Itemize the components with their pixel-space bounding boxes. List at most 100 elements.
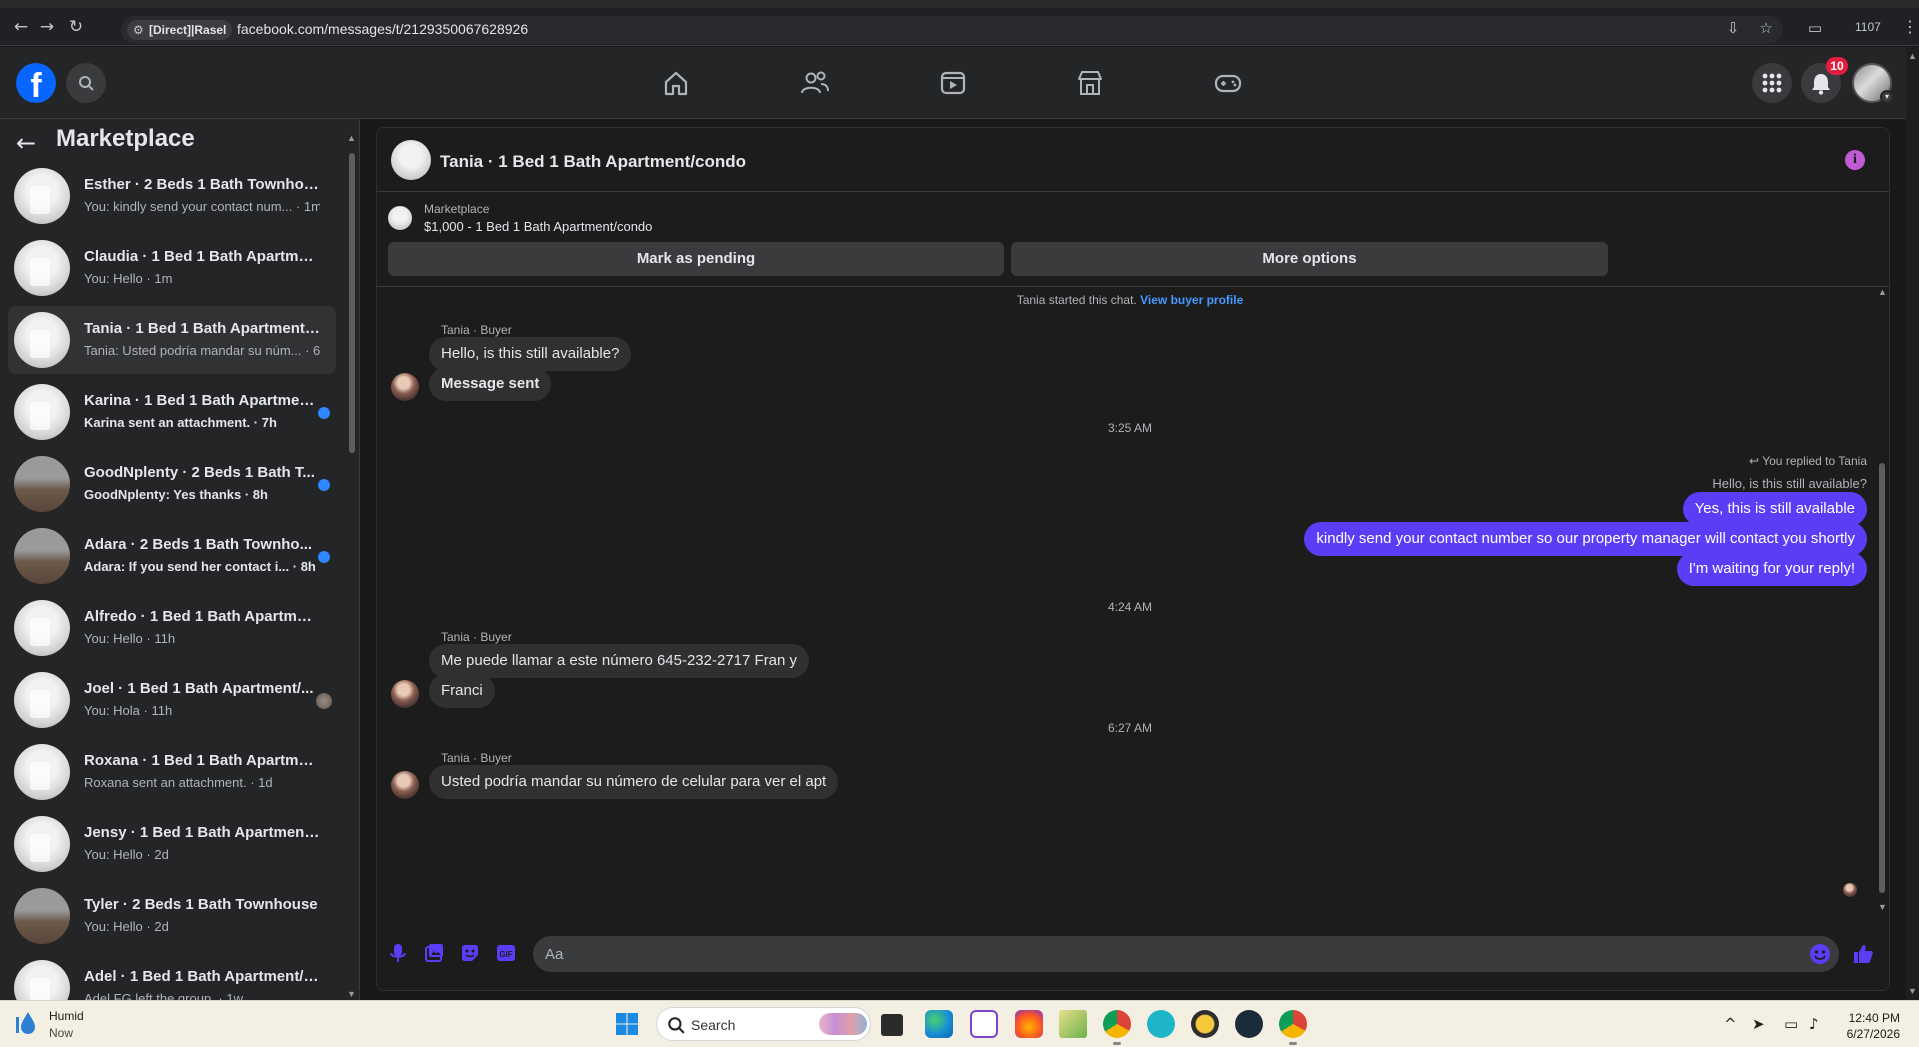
thumbs-up-icon[interactable] (1851, 942, 1875, 966)
incoming-message[interactable]: Me puede llamar a este número 645-232-27… (429, 644, 810, 678)
back-arrow-icon[interactable]: ← (11, 17, 31, 37)
tab-search-icon[interactable]: ▭ (1806, 19, 1824, 37)
friends-icon[interactable] (799, 67, 831, 99)
chrome-profile-icon[interactable] (1279, 1010, 1307, 1045)
sender-label: Tania · Buyer (441, 323, 512, 337)
address-bar[interactable]: ⚙ [Direct]|Rasel facebook.com/messages/t… (121, 16, 1783, 44)
vpn-app-icon[interactable] (1191, 1010, 1219, 1038)
chat-panel: Tania · 1 Bed 1 Bath Apartment/condo i M… (376, 127, 1890, 991)
windows-start-icon[interactable] (615, 1012, 639, 1036)
chrome-icon[interactable] (1103, 1010, 1131, 1045)
message-input[interactable] (545, 936, 1795, 972)
search-button[interactable] (66, 63, 106, 103)
incoming-message[interactable]: Message sent (429, 367, 552, 401)
install-app-icon[interactable]: ⇩ (1724, 19, 1742, 37)
gif-icon[interactable]: GIF (495, 942, 517, 964)
browser-menu-icon[interactable]: ⋮ (1902, 17, 1918, 36)
volume-icon[interactable]: ♪ (1809, 1015, 1819, 1033)
page-scrollbar[interactable]: ▲ ▼ (1906, 47, 1919, 1000)
scrollbar-thumb[interactable] (349, 153, 355, 453)
conversation-sidebar: ← Marketplace Esther · 2 Beds 1 Bath Tow… (0, 119, 360, 1000)
conversation-item[interactable]: GoodNplenty · 2 Beds 1 Bath T... GoodNpl… (8, 450, 336, 518)
emoji-icon[interactable] (1809, 943, 1831, 965)
home-icon[interactable] (660, 67, 692, 99)
conversation-item[interactable]: Esther · 2 Beds 1 Bath Townhouse You: ki… (8, 162, 336, 230)
sidebar-title: Marketplace (56, 125, 195, 152)
sticker-icon[interactable] (459, 942, 481, 964)
listing-thumbnail (14, 240, 70, 296)
spreadsheet-app-icon[interactable] (1059, 1010, 1087, 1038)
listing-banner[interactable]: Marketplace $1,000 - 1 Bed 1 Bath Apartm… (377, 192, 1889, 240)
replied-label: ↩ You replied to Tania (1749, 454, 1867, 468)
mark-as-pending-button[interactable]: Mark as pending (388, 242, 1004, 276)
scroll-down-arrow-icon[interactable]: ▼ (1878, 902, 1887, 912)
account-avatar[interactable]: ▾ (1852, 63, 1894, 104)
location-icon[interactable]: ➤ (1752, 1015, 1765, 1033)
conversation-item[interactable]: Adel · 1 Bed 1 Bath Apartment/c... Adel … (8, 954, 336, 1000)
listing-thumbnail (14, 312, 70, 368)
profile-label[interactable]: 1107 (1855, 20, 1881, 34)
sender-avatar[interactable] (391, 373, 419, 401)
task-view-icon[interactable] (881, 1014, 903, 1036)
incoming-message[interactable]: Hello, is this still available? (429, 337, 632, 371)
conversation-item[interactable]: Adara · 2 Beds 1 Bath Townho... Adara: I… (8, 522, 336, 590)
message-input-box[interactable] (533, 936, 1839, 972)
conversation-item[interactable]: Karina · 1 Bed 1 Bath Apartmen... Karina… (8, 378, 336, 446)
info-icon[interactable]: i (1845, 150, 1865, 170)
marketplace-icon[interactable] (1074, 67, 1106, 99)
sidebar-scrollbar[interactable]: ▲ ▼ (347, 133, 356, 999)
microphone-icon[interactable] (387, 942, 409, 964)
chat-title[interactable]: Tania · 1 Bed 1 Bath Apartment/condo (440, 152, 746, 172)
sender-avatar[interactable] (391, 680, 419, 708)
scroll-up-arrow-icon[interactable]: ▲ (1878, 287, 1887, 297)
messaging-app-icon[interactable] (1147, 1010, 1175, 1038)
search-icon (668, 1017, 685, 1034)
conversation-item-active[interactable]: Tania · 1 Bed 1 Bath Apartment/c... Tani… (8, 306, 336, 374)
chat-scrollbar[interactable]: ▲ ▼ (1877, 287, 1887, 912)
taskbar-search[interactable]: Search (656, 1007, 871, 1041)
conversation-item[interactable]: Tyler · 2 Beds 1 Bath Townhouse You: Hel… (8, 882, 336, 950)
firefox-icon[interactable] (1015, 1010, 1043, 1038)
snipping-tool-icon[interactable] (970, 1010, 998, 1038)
site-info-chip[interactable]: ⚙ [Direct]|Rasel (127, 20, 233, 40)
scrollbar-thumb[interactable] (1879, 463, 1885, 893)
reload-icon[interactable]: ↻ (66, 17, 86, 37)
back-arrow-icon[interactable]: ← (16, 129, 36, 157)
conversation-name: Jensy · 1 Bed 1 Bath Apartment/... (84, 824, 320, 841)
menu-button[interactable] (1752, 63, 1792, 103)
gaming-icon[interactable] (1212, 67, 1244, 99)
conversation-item[interactable]: Roxana · 1 Bed 1 Bath Apartment... Roxan… (8, 738, 336, 806)
scroll-up-arrow-icon[interactable]: ▲ (1908, 51, 1917, 61)
outgoing-message[interactable]: kindly send your contact number so our p… (1304, 522, 1867, 556)
seen-avatar (316, 693, 332, 709)
conversation-item[interactable]: Jensy · 1 Bed 1 Bath Apartment/... You: … (8, 810, 336, 878)
forward-arrow-icon[interactable]: → (37, 17, 57, 37)
scroll-down-arrow-icon[interactable]: ▼ (1908, 986, 1917, 996)
conversation-item[interactable]: Alfredo · 1 Bed 1 Bath Apartmen... You: … (8, 594, 336, 662)
video-icon[interactable] (937, 67, 969, 99)
more-options-button[interactable]: More options (1011, 242, 1608, 276)
network-icon[interactable]: ▭ (1784, 1015, 1798, 1033)
view-buyer-profile-link[interactable]: View buyer profile (1140, 293, 1243, 307)
incoming-message[interactable]: Franci (429, 674, 495, 708)
show-hidden-icons-icon[interactable]: ^ (1724, 1015, 1737, 1033)
outgoing-message[interactable]: I'm waiting for your reply! (1676, 552, 1867, 586)
conversation-item[interactable]: Claudia · 1 Bed 1 Bath Apartmen... You: … (8, 234, 336, 302)
edge-browser-icon[interactable] (925, 1010, 953, 1038)
facebook-top-bar: f 10 ▾ (0, 47, 1919, 119)
system-clock[interactable]: 12:40 PM 6/27/2026 (1840, 1010, 1900, 1042)
conversation-item[interactable]: Joel · 1 Bed 1 Bath Apartment/... You: H… (8, 666, 336, 734)
scroll-down-arrow-icon[interactable]: ▼ (347, 989, 356, 999)
profile-browser-icon[interactable] (1235, 1010, 1263, 1038)
chat-avatar[interactable] (391, 140, 431, 180)
weather-subtitle: Now (49, 1026, 74, 1040)
sender-avatar[interactable] (391, 771, 419, 799)
facebook-logo-icon[interactable]: f (16, 63, 56, 103)
incoming-message[interactable]: Usted podría mandar su número de celular… (429, 765, 839, 799)
scroll-up-arrow-icon[interactable]: ▲ (347, 133, 356, 143)
image-icon[interactable] (423, 942, 445, 964)
url-text[interactable]: facebook.com/messages/t/2129350067628926 (237, 21, 528, 37)
outgoing-message[interactable]: Yes, this is still available (1682, 492, 1867, 526)
bookmark-star-icon[interactable]: ☆ (1757, 19, 1775, 37)
quoted-message[interactable]: Hello, is this still available? (1712, 476, 1867, 491)
